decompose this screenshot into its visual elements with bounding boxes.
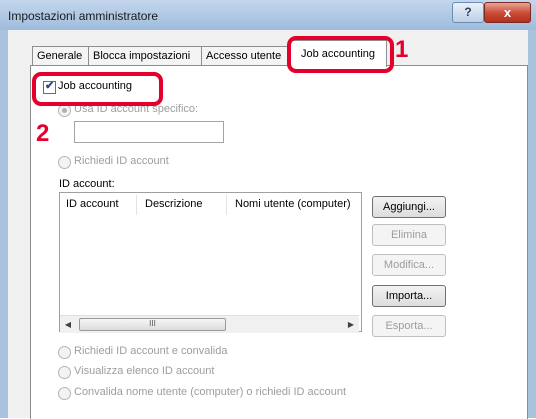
account-id-list[interactable] bbox=[59, 192, 362, 332]
column-divider bbox=[136, 195, 137, 215]
scroll-left-icon[interactable]: ◀ bbox=[60, 316, 76, 333]
add-button[interactable]: Aggiungi... bbox=[372, 196, 446, 218]
window-title: Impostazioni amministratore bbox=[8, 9, 159, 23]
request-validate-radio[interactable] bbox=[58, 346, 71, 359]
request-id-label: Richiedi ID account bbox=[74, 155, 169, 167]
delete-button[interactable]: Elimina bbox=[372, 224, 446, 246]
show-list-radio[interactable] bbox=[58, 366, 71, 379]
column-header-usernames[interactable]: Nomi utente (computer) bbox=[235, 198, 351, 210]
request-id-radio[interactable] bbox=[58, 156, 71, 169]
callout-1-highlight bbox=[287, 36, 394, 73]
title-bar[interactable]: Impostazioni amministratore ? x bbox=[0, 0, 536, 30]
import-button[interactable]: Importa... bbox=[372, 285, 446, 307]
horizontal-scrollbar[interactable]: ◀ III ▶ bbox=[60, 315, 359, 333]
tab-blocca-impostazioni[interactable]: Blocca impostazioni bbox=[88, 46, 205, 65]
tab-accesso-utente[interactable]: Accesso utente bbox=[201, 46, 289, 65]
callout-2-number: 2 bbox=[36, 120, 50, 147]
validate-username-radio[interactable] bbox=[58, 387, 71, 400]
callout-1-number: 1 bbox=[395, 36, 409, 63]
request-validate-label: Richiedi ID account e convalida bbox=[74, 345, 228, 357]
account-id-list-label: ID account: bbox=[59, 178, 115, 190]
validate-username-label: Convalida nome utente (computer) o richi… bbox=[74, 386, 347, 398]
export-button[interactable]: Esporta... bbox=[372, 315, 446, 337]
column-header-description[interactable]: Descrizione bbox=[145, 198, 202, 210]
show-list-label: Visualizza elenco ID account bbox=[74, 365, 215, 377]
column-divider bbox=[226, 195, 227, 215]
specific-id-input[interactable] bbox=[74, 121, 224, 143]
callout-2-highlight bbox=[32, 72, 163, 106]
close-button[interactable]: x bbox=[484, 2, 531, 23]
edit-button[interactable]: Modifica... bbox=[372, 254, 446, 276]
help-button[interactable]: ? bbox=[452, 2, 484, 23]
scroll-right-icon[interactable]: ▶ bbox=[343, 316, 359, 333]
column-header-id[interactable]: ID account bbox=[66, 198, 119, 210]
scroll-thumb[interactable]: III bbox=[79, 318, 226, 331]
